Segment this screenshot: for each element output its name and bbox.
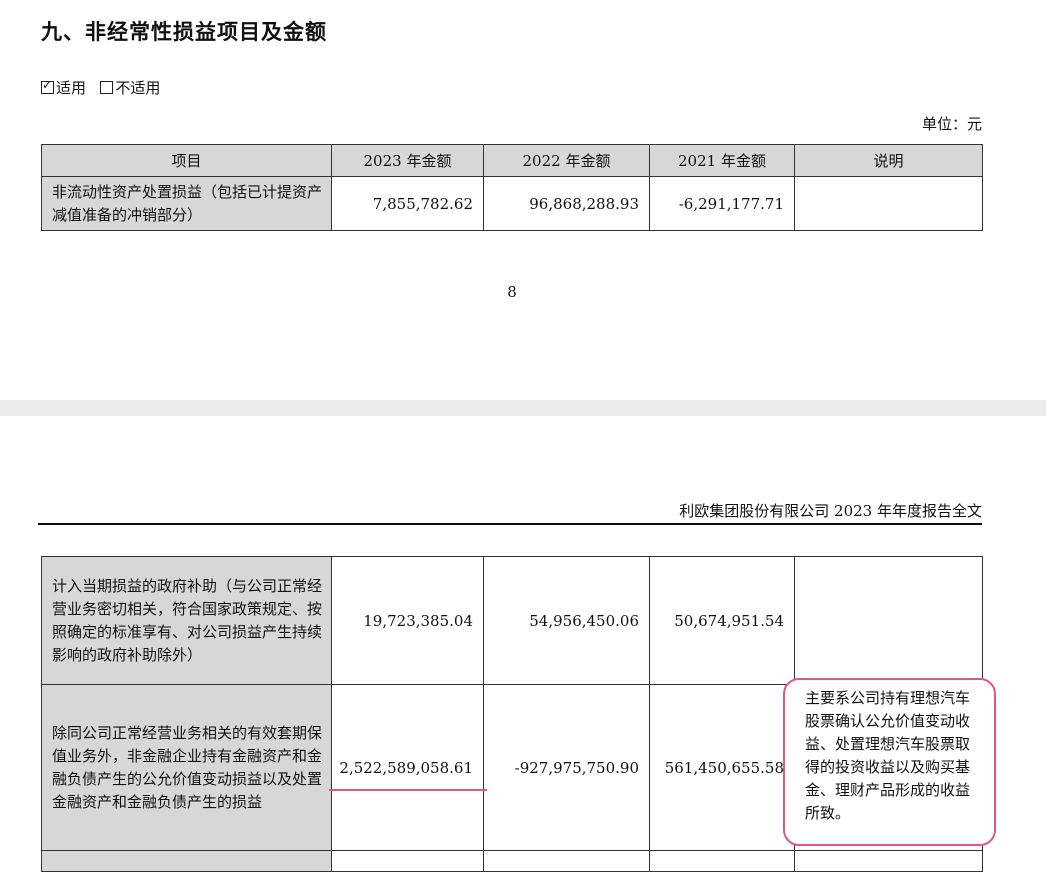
row-note [794,176,983,231]
row-value-2023: 7,855,782.62 [331,176,484,231]
table-header-row: 项目 2023 年金额 2022 年金额 2021 年金额 说明 [41,144,983,177]
row-value-2021: 50,674,951.54 [649,556,795,685]
table-row: 计入当期损益的政府补助（与公司正常经营业务密切相关，符合国家政策规定、按照确定的… [41,556,983,685]
report-header: 利欧集团股份有限公司 2023 年年度报告全文 [679,502,982,520]
row-value-2021: 561,450,655.58 [649,684,795,851]
unit-label: 单位：元 [921,115,982,133]
row-item-label: 非流动性资产处置损益（包括已计提资产减值准备的冲销部分） [52,182,323,224]
non-recurring-gains-table: 项目 2023 年金额 2022 年金额 2021 年金额 说明 非流动性资产处… [41,144,983,231]
row-value-2022: 96,868,288.93 [483,176,650,231]
header-rule [38,523,982,525]
section-title: 九、非经常性损益项目及金额 [41,19,327,44]
unchecked-checkbox-icon[interactable] [100,81,114,94]
not-applicable-label: 不适用 [115,79,161,97]
row-value-2022: -927,975,750.90 [483,684,650,851]
row-note [794,556,983,685]
page-8: 九、非经常性损益项目及金额 适用 不适用 单位：元 项目 2023 年金额 20… [0,0,1046,400]
header-item: 项目 [41,144,332,177]
row-value-2023: 19,723,385.04 [331,556,484,685]
row-value-2023: 2,522,589,058.61 [331,684,484,851]
page-number: 8 [507,283,517,301]
applicability-options: 适用 不适用 [41,77,160,98]
header-2023: 2023 年金额 [331,144,484,177]
header-note: 说明 [794,144,983,177]
row-value-2021: -6,291,177.71 [649,176,795,231]
header-2022: 2022 年金额 [483,144,650,177]
table-row [41,850,983,872]
header-2021: 2021 年金额 [649,144,795,177]
page-gap [0,400,1046,416]
row-value-2022: 54,956,450.06 [483,556,650,685]
row-item-label: 除同公司正常经营业务相关的有效套期保值业务外，非金融企业持有金融资产和金融负债产… [52,723,323,811]
highlight-underline [329,789,487,791]
table-row: 非流动性资产处置损益（包括已计提资产减值准备的冲销部分） 7,855,782.6… [41,176,983,231]
row-item-label: 计入当期损益的政府补助（与公司正常经营业务密切相关，符合国家政策规定、按照确定的… [52,576,323,664]
row-note-highlighted: 主要系公司持有理想汽车股票确认公允价值变动收益、处置理想汽车股票取得的投资收益以… [783,678,996,846]
applicable-label: 适用 [56,79,87,97]
checked-checkbox-icon[interactable] [41,78,54,94]
